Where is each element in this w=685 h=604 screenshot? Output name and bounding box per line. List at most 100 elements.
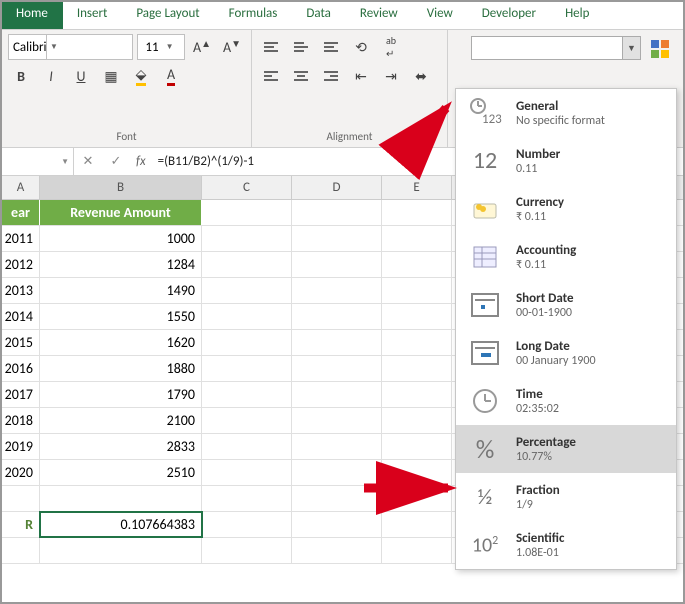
italic-button[interactable]: I (38, 63, 64, 89)
chevron-down-icon[interactable]: ▼ (61, 157, 69, 167)
year-cell[interactable]: 2014 (2, 304, 40, 329)
cell[interactable] (382, 226, 452, 251)
underline-button[interactable]: U (68, 63, 94, 89)
year-cell[interactable]: 2017 (2, 382, 40, 407)
year-cell[interactable]: 2018 (2, 408, 40, 433)
format-option-percentage[interactable]: %Percentage10.77% (456, 425, 676, 473)
chevron-down-icon[interactable]: ▼ (46, 35, 60, 59)
year-cell[interactable]: 2011 (2, 226, 40, 251)
tab-home[interactable]: Home (2, 2, 63, 29)
col-header-e[interactable]: E (382, 176, 452, 199)
orientation-button[interactable]: ⟲ (348, 34, 374, 60)
format-option-accounting[interactable]: Accounting₹ 0.11 (456, 233, 676, 281)
value-cell[interactable]: 2100 (40, 408, 202, 433)
increase-indent-icon[interactable]: ⇥ (378, 63, 404, 89)
cell[interactable] (202, 200, 292, 225)
conditional-format-icon[interactable] (647, 36, 673, 62)
value-cell[interactable]: 1790 (40, 382, 202, 407)
tab-data[interactable]: Data (292, 2, 346, 29)
cell[interactable] (202, 512, 292, 537)
cell[interactable] (292, 382, 382, 407)
value-cell[interactable]: 1490 (40, 278, 202, 303)
value-cell[interactable]: 1284 (40, 252, 202, 277)
cell[interactable] (40, 538, 202, 563)
value-cell[interactable]: 1880 (40, 356, 202, 381)
cell[interactable] (292, 278, 382, 303)
font-color-button[interactable]: A (158, 63, 184, 89)
year-cell[interactable]: 2019 (2, 434, 40, 459)
align-right-icon[interactable] (318, 63, 344, 89)
chevron-down-icon[interactable]: ▼ (163, 35, 177, 59)
number-format-select[interactable]: ▼ (471, 36, 641, 60)
format-option-currency[interactable]: Currency₹ 0.11 (456, 185, 676, 233)
enter-formula-icon[interactable]: ✓ (102, 154, 130, 169)
col-header-a[interactable]: A (2, 176, 40, 199)
increase-font-icon[interactable]: A▲ (189, 34, 215, 60)
tab-developer[interactable]: Developer (468, 2, 551, 29)
header-cell[interactable]: ear (2, 200, 40, 225)
cell[interactable] (382, 200, 452, 225)
border-button[interactable]: ▦ (98, 63, 124, 89)
year-cell[interactable]: 2012 (2, 252, 40, 277)
cell[interactable] (382, 382, 452, 407)
cell[interactable] (292, 434, 382, 459)
cell[interactable] (40, 486, 202, 511)
align-left-icon[interactable] (258, 63, 284, 89)
cell[interactable] (382, 330, 452, 355)
merge-button[interactable]: ⬌ (408, 63, 434, 89)
cell[interactable] (382, 304, 452, 329)
cell[interactable] (382, 408, 452, 433)
fill-color-button[interactable]: ⬙ (128, 63, 154, 89)
cell[interactable] (202, 408, 292, 433)
cell[interactable] (382, 278, 452, 303)
format-option-longdate[interactable]: Long Date00 January 1900 (456, 329, 676, 377)
font-name-select[interactable]: Calibri ▼ (8, 34, 133, 60)
cell[interactable] (382, 356, 452, 381)
cell[interactable] (202, 356, 292, 381)
value-cell[interactable]: 2510 (40, 460, 202, 485)
col-header-c[interactable]: C (202, 176, 292, 199)
cell[interactable] (202, 382, 292, 407)
tab-view[interactable]: View (413, 2, 468, 29)
cell[interactable] (202, 486, 292, 511)
cell[interactable] (382, 512, 452, 537)
align-middle-icon[interactable] (288, 34, 314, 60)
value-cell[interactable]: 1000 (40, 226, 202, 251)
cell[interactable] (2, 538, 40, 563)
cell[interactable] (382, 538, 452, 563)
decrease-indent-icon[interactable]: ⇤ (348, 63, 374, 89)
cell[interactable] (202, 278, 292, 303)
cell[interactable] (292, 408, 382, 433)
cell[interactable] (382, 434, 452, 459)
cell[interactable] (202, 226, 292, 251)
cagr-value-cell[interactable]: 0.107664383 (40, 512, 202, 537)
formula-input[interactable]: =(B11/B2)^(1/9)-1 (152, 154, 254, 169)
fx-icon[interactable]: fx (130, 154, 152, 169)
cell[interactable] (292, 304, 382, 329)
cell[interactable] (292, 252, 382, 277)
tab-insert[interactable]: Insert (63, 2, 123, 29)
align-center-icon[interactable] (288, 63, 314, 89)
year-cell[interactable]: 2013 (2, 278, 40, 303)
cell[interactable] (292, 200, 382, 225)
format-option-general[interactable]: 123GeneralNo specific format (456, 89, 676, 137)
value-cell[interactable]: 2833 (40, 434, 202, 459)
cell[interactable] (292, 512, 382, 537)
bold-button[interactable]: B (8, 63, 34, 89)
chevron-down-icon[interactable]: ▼ (622, 37, 640, 59)
cell[interactable] (202, 252, 292, 277)
cell[interactable] (2, 486, 40, 511)
header-cell[interactable]: Revenue Amount (40, 200, 202, 225)
cell[interactable] (292, 538, 382, 563)
tab-help[interactable]: Help (551, 2, 604, 29)
col-header-b[interactable]: B (40, 176, 202, 199)
cell[interactable] (202, 304, 292, 329)
align-top-icon[interactable] (258, 34, 284, 60)
format-option-number[interactable]: 12Number0.11 (456, 137, 676, 185)
cell[interactable] (202, 460, 292, 485)
format-option-fraction[interactable]: ½Fraction1/9 (456, 473, 676, 521)
decrease-font-icon[interactable]: A▼ (219, 34, 245, 60)
cell[interactable] (202, 434, 292, 459)
format-option-shortdate[interactable]: Short Date00-01-1900 (456, 281, 676, 329)
cancel-formula-icon[interactable]: ✕ (74, 154, 102, 169)
